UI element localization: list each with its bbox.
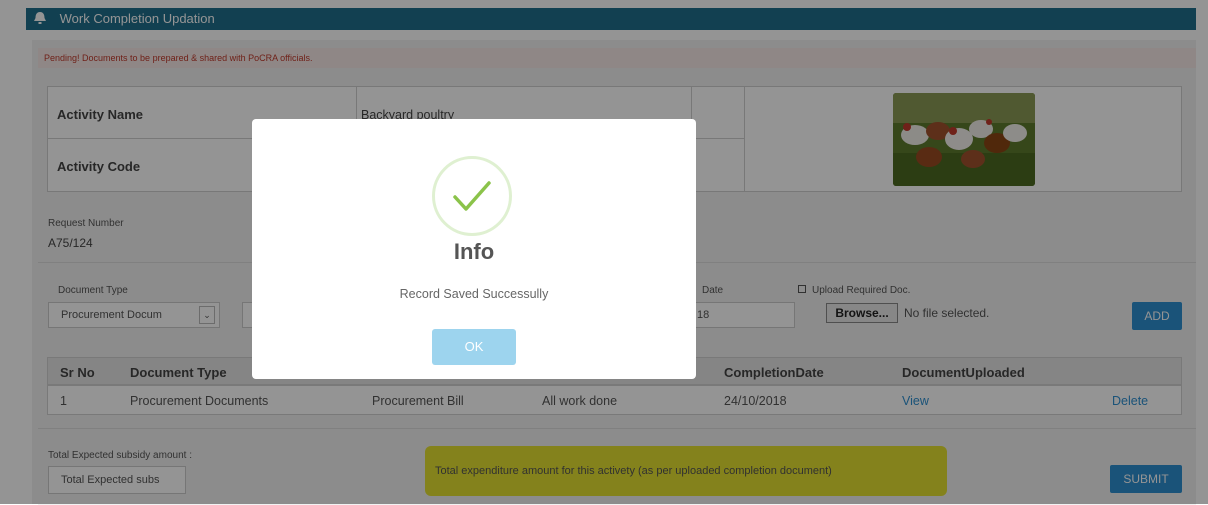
info-dialog: Info Record Saved Successully OK <box>252 119 696 379</box>
ok-button[interactable]: OK <box>432 329 516 365</box>
checkmark-icon <box>453 181 491 211</box>
dialog-message: Record Saved Successully <box>399 287 549 301</box>
success-check-icon <box>432 156 512 236</box>
dialog-title: Info <box>453 239 495 264</box>
